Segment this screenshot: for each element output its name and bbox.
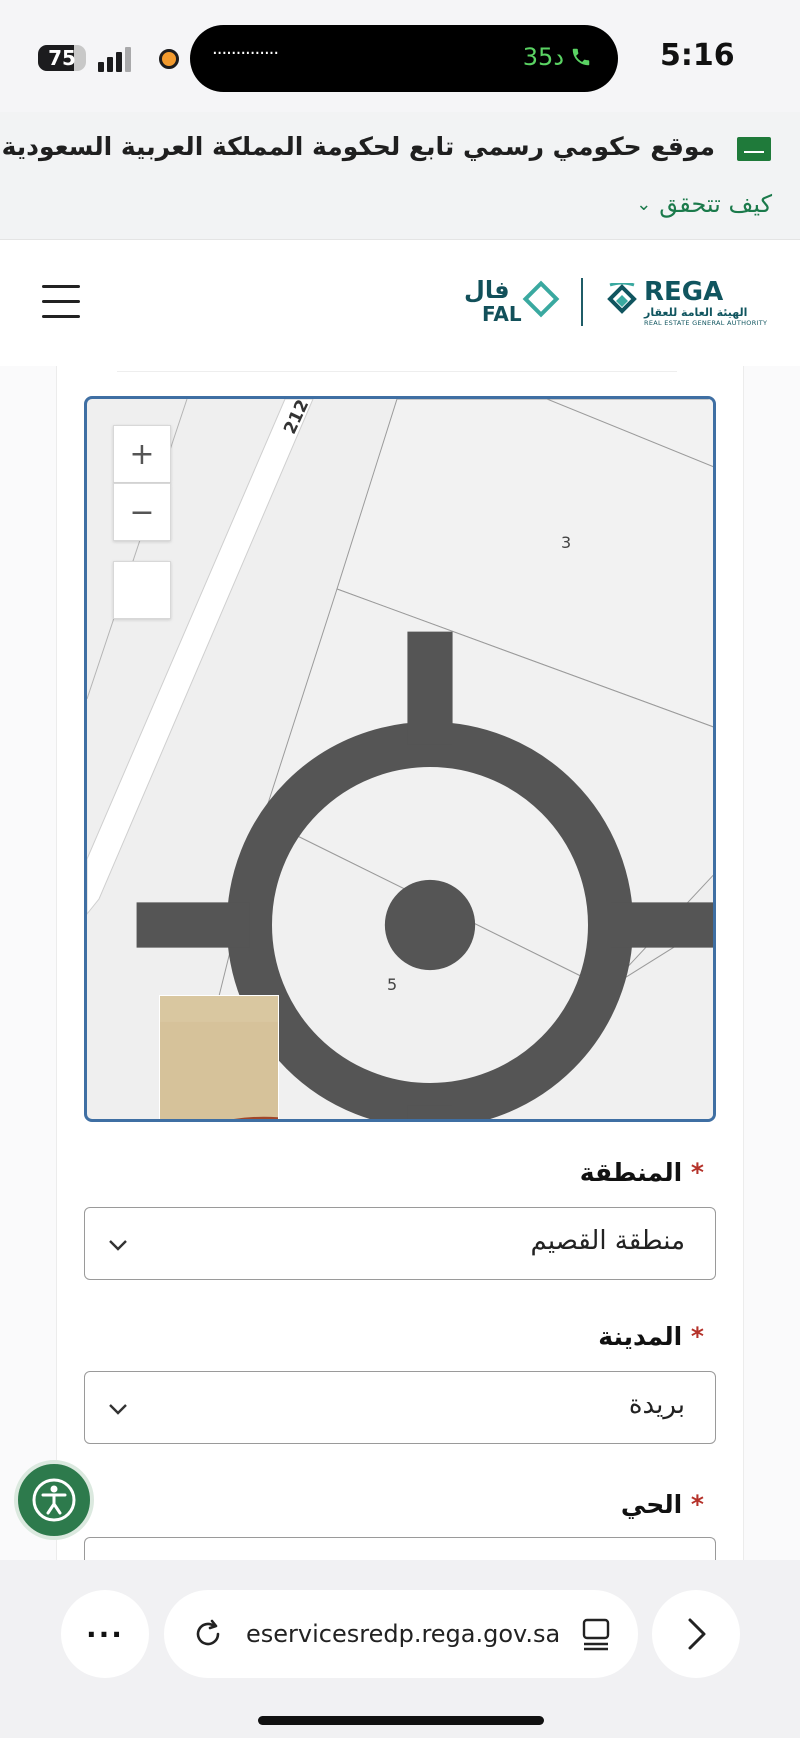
zoom-out-button[interactable]: − — [113, 483, 171, 541]
chevron-down-icon — [109, 1404, 127, 1415]
city-label-text: المدينة — [598, 1322, 683, 1351]
saudi-flag-icon — [737, 137, 771, 161]
more-options-button[interactable]: ··· — [61, 1590, 149, 1678]
gov-banner: موقع حكومي رسمي تابع لحكومة المملكة العر… — [0, 112, 800, 240]
url-text: eservicesredp.rega.gov.sa — [246, 1620, 561, 1648]
required-mark: * — [690, 1322, 704, 1351]
district-label: * الحي — [621, 1490, 714, 1519]
battery-level: 75 — [48, 46, 76, 70]
city-label: * المدينة — [598, 1322, 714, 1351]
status-bar: 75 ·············· 35د 5:16 — [0, 0, 800, 112]
district-label-text: الحي — [620, 1490, 683, 1519]
home-indicator[interactable] — [258, 1716, 544, 1725]
hamburger-menu-button[interactable] — [42, 285, 80, 319]
overview-minimap[interactable] — [159, 995, 279, 1119]
rega-english-name: REAL ESTATE GENERAL AUTHORITY — [644, 319, 768, 327]
region-label-text: المنطقة — [579, 1158, 683, 1187]
city-select[interactable]: بريدة — [84, 1371, 716, 1444]
fal-logo-english: FAL — [482, 302, 522, 326]
zoom-in-button[interactable]: + — [113, 425, 171, 483]
phone-icon — [572, 48, 590, 66]
how-to-verify-label: كيف تتحقق — [659, 190, 772, 218]
logo-divider — [581, 278, 583, 326]
rega-arabic-name: الهيئة العامة للعقار — [644, 306, 748, 319]
site-header: فال FAL REGA الهيئة العامة للعقار REAL E… — [0, 240, 800, 366]
rega-logo[interactable]: REGA الهيئة العامة للعقار REAL ESTATE GE… — [604, 277, 768, 329]
accessibility-button[interactable] — [14, 1460, 94, 1540]
required-mark: * — [690, 1490, 704, 1519]
rega-palm-icon — [607, 283, 637, 314]
minimap-image — [160, 1021, 278, 1119]
card-top-edge — [117, 366, 677, 372]
clock: 5:16 — [660, 38, 735, 73]
region-select[interactable]: منطقة القصيم — [84, 1207, 716, 1280]
cellular-signal-icon — [98, 46, 138, 72]
call-duration: 35د — [522, 43, 564, 71]
city-select-value: بريدة — [628, 1390, 685, 1420]
chevron-right-icon — [688, 1618, 706, 1650]
fal-diamond-icon — [522, 280, 560, 318]
recording-indicator-icon — [159, 49, 179, 69]
gov-banner-text: موقع حكومي رسمي تابع لحكومة المملكة العر… — [1, 132, 715, 161]
call-waveform: ·············· — [212, 43, 279, 64]
fal-logo-arabic: فال — [464, 276, 510, 304]
rega-name: REGA — [644, 277, 724, 307]
map-view[interactable]: 212 3 4 5 + − — [84, 396, 716, 1122]
browser-toolbar: ··· eservicesredp.rega.gov.sa — [0, 1560, 800, 1738]
parcel-label-3: 3 — [561, 533, 572, 552]
how-to-verify-link[interactable]: كيف تتحقق ⌄ — [636, 190, 772, 218]
region-label: * المنطقة — [580, 1158, 714, 1187]
reader-mode-icon[interactable] — [580, 1616, 612, 1652]
battery-icon: 75 — [38, 45, 86, 71]
chevron-down-icon: ⌄ — [636, 193, 652, 215]
call-timer: 35د — [523, 43, 592, 71]
required-mark: * — [690, 1158, 704, 1187]
dynamic-island[interactable]: ·············· 35د — [190, 25, 618, 92]
chevron-down-icon — [109, 1240, 127, 1251]
region-select-value: منطقة القصيم — [530, 1226, 685, 1256]
accessibility-icon — [32, 1478, 76, 1522]
forward-button[interactable] — [652, 1590, 740, 1678]
fal-logo[interactable]: فال FAL — [462, 276, 562, 328]
reload-icon[interactable] — [188, 1614, 228, 1654]
address-bar[interactable]: eservicesredp.rega.gov.sa — [164, 1590, 638, 1678]
locate-me-button[interactable] — [113, 561, 713, 1119]
